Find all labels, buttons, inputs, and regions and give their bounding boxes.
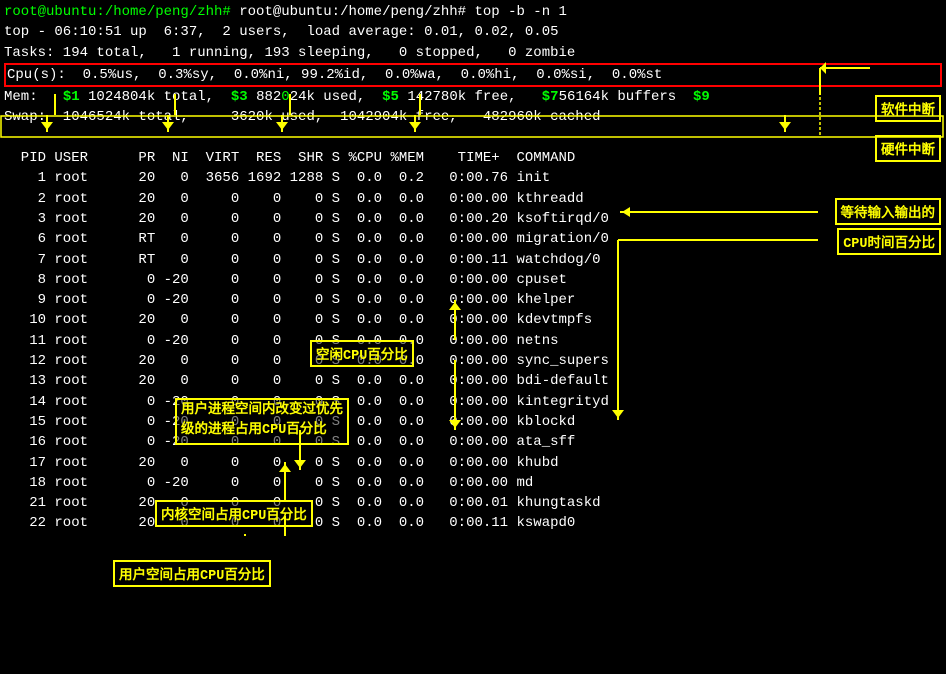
process-row-8: 8 root 0 -20 0 0 0 S 0.0 0.0 0:00.00 cpu… [4,270,942,290]
top-status: top - 06:10:51 up 6:37, 2 users, load av… [4,22,942,42]
process-row-11: 11 root 0 -20 0 0 0 S 0.0 0.0 0:00.00 ne… [4,331,942,351]
blank-line [4,128,942,148]
process-row-7: 7 root RT 0 0 0 0 S 0.0 0.0 0:00.11 watc… [4,250,942,270]
process-row-1: 1 root 20 0 3656 1692 1288 S 0.0 0.2 0:0… [4,168,942,188]
process-row-14: 14 root 0 -20 0 0 0 S 0.0 0.0 0:00.00 ki… [4,392,942,412]
process-row-3: 3 root 20 0 0 0 0 S 0.0 0.0 0:00.20 ksof… [4,209,942,229]
prompt: root@ubuntu:/home/peng/zhh# [4,4,239,20]
cpu-line: Cpu(s): 0.5%us, 0.3%sy, 0.0%ni, 99.2%id,… [6,65,940,85]
process-row-10: 10 root 20 0 0 0 0 S 0.0 0.0 0:00.00 kde… [4,310,942,330]
process-row-18: 18 root 0 -20 0 0 0 S 0.0 0.0 0:00.00 md [4,473,942,493]
process-row-12: 12 root 20 0 0 0 0 S 0.0 0.0 0:00.00 syn… [4,351,942,371]
process-row-16: 16 root 0 -20 0 0 0 S 0.0 0.0 0:00.00 at… [4,432,942,452]
process-header: PID USER PR NI VIRT RES SHR S %CPU %MEM … [4,148,942,168]
process-row-22: 22 root 20 0 0 0 0 S 0.0 0.0 0:00.11 ksw… [4,513,942,533]
process-row-13: 13 root 20 0 0 0 0 S 0.0 0.0 0:00.00 bdi… [4,371,942,391]
process-row-21: 21 root 20 0 0 0 0 S 0.0 0.0 0:00.01 khu… [4,493,942,513]
cpu-line-box: Cpu(s): 0.5%us, 0.3%sy, 0.0%ni, 99.2%id,… [4,63,942,87]
process-row-6: 6 root RT 0 0 0 0 S 0.0 0.0 0:00.00 migr… [4,229,942,249]
process-row-17: 17 root 20 0 0 0 0 S 0.0 0.0 0:00.00 khu… [4,453,942,473]
swap-line: Swap: 1046524k total, 3620k used, 104290… [4,107,942,127]
terminal: root@ubuntu:/home/peng/zhh# root@ubuntu:… [0,0,946,536]
process-row-2: 2 root 20 0 0 0 0 S 0.0 0.0 0:00.00 kthr… [4,189,942,209]
dollar3-label: $3 [231,89,248,105]
dollar7-label: $7 [542,89,559,105]
mem-line: Mem: $1 1024804k total, $3 882024k used,… [4,87,942,107]
command-line: root@ubuntu:/home/peng/zhh# root@ubuntu:… [4,2,942,22]
tasks-line: Tasks: 194 total, 1 running, 193 sleepin… [4,43,942,63]
process-row-15: 15 root 0 -20 0 0 0 S 0.0 0.0 0:00.00 kb… [4,412,942,432]
dollar1-label: $1 [63,89,80,105]
dollar5-label: $5 [382,89,399,105]
process-row-9: 9 root 0 -20 0 0 0 S 0.0 0.0 0:00.00 khe… [4,290,942,310]
dollar9-label: $9 [693,89,710,105]
user-space-annotation: 用户空间占用CPU百分比 [113,560,271,587]
